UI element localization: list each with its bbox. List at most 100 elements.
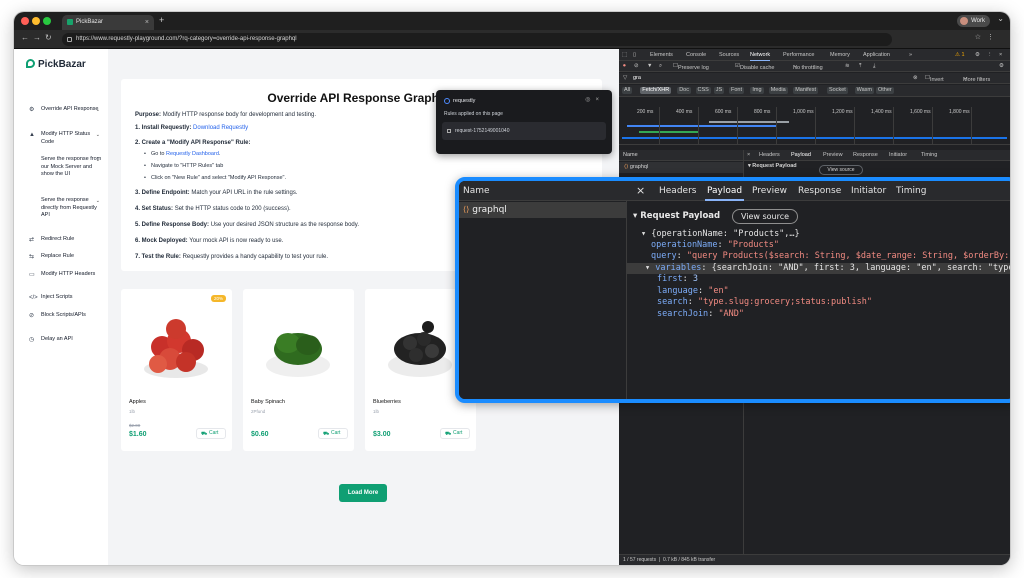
sidebar-item[interactable]: ⚙ Override API Response ⌄ <box>28 106 102 114</box>
filter-input[interactable]: gra <box>633 75 641 81</box>
network-settings-icon[interactable]: ⚙ <box>999 63 1004 69</box>
product-card-apples[interactable]: 20% Apples 1lb $2.00 $1.60 ⛟ Cart <box>121 289 232 451</box>
chevron-down-icon[interactable]: ⌄ <box>96 157 100 165</box>
more-filters-dropdown[interactable]: More filters ⌄ <box>963 75 990 83</box>
browser-tab[interactable]: PickBazar × <box>62 15 154 30</box>
download-requestly-link[interactable]: Download Requestly <box>193 125 248 131</box>
sidebar-item[interactable]: ▲ Modify HTTP Status Code ⌄ <box>28 131 102 146</box>
tab-application[interactable]: Application <box>863 52 890 58</box>
popup-actions[interactable]: ◎× <box>585 96 604 103</box>
payload-search-join[interactable]: searchJoin: "AND" <box>657 309 744 321</box>
filter-chip[interactable]: Manifest <box>793 87 818 94</box>
more-tabs-icon[interactable]: » <box>909 52 912 58</box>
product-card-spinach[interactable]: Baby Spinach 2Pfund $0.60 ⛟ Cart <box>243 289 354 451</box>
back-icon[interactable]: ← <box>21 33 29 42</box>
requestly-dashboard-link[interactable]: Requestly Dashboard <box>166 151 219 157</box>
filter-icon[interactable]: ▼ <box>647 63 652 69</box>
filter-chip[interactable]: Fetch/XHR <box>640 87 672 94</box>
payload-search[interactable]: search: "type.slug:grocery;status:publis… <box>657 297 872 309</box>
reload-icon[interactable]: ↻ <box>45 33 52 42</box>
tab-network[interactable]: Network <box>750 52 771 61</box>
throttling-select[interactable]: No throttling ⌄ <box>793 63 823 71</box>
sidebar-item[interactable]: ⇆ Replace Rule <box>28 253 102 261</box>
payload-variables[interactable]: ▾ variables: {searchJoin: "AND", first: … <box>645 263 1010 275</box>
payload-first[interactable]: first: 3 <box>657 274 698 286</box>
filter-chip[interactable]: JS <box>713 87 725 94</box>
sidebar-item[interactable]: </> Inject Scripts <box>28 294 102 302</box>
zoom-close-icon[interactable]: × <box>636 184 645 197</box>
payload-operation-name[interactable]: operationName: "Products" <box>651 240 779 252</box>
more-options-icon[interactable]: ⋮ <box>987 52 993 58</box>
device-toolbar-icon[interactable]: ▯ <box>633 52 636 58</box>
tab-preview[interactable]: Preview <box>823 152 843 158</box>
request-list-header[interactable]: Name <box>619 150 743 161</box>
zoom-request-graphql[interactable]: ⟨⟩ graphql <box>459 202 627 218</box>
tab-performance[interactable]: Performance <box>783 52 815 58</box>
toolbar-icons[interactable]: ☆⋮ <box>975 33 1000 41</box>
filter-chip[interactable]: All <box>622 87 633 94</box>
clear-icon[interactable]: ⊘ <box>634 63 639 69</box>
sidebar-item[interactable]: ⇄ Redirect Rule <box>28 236 102 244</box>
import-har-icon[interactable]: ⤒ <box>859 63 861 70</box>
payload-root[interactable]: ▾ {operationName: "Products",…} <box>641 229 800 241</box>
filter-chip[interactable]: Other <box>876 87 894 94</box>
tab-console[interactable]: Console <box>686 52 706 58</box>
chevron-down-icon[interactable]: ⌄ <box>96 198 100 206</box>
close-devtools-icon[interactable]: × <box>999 52 1002 58</box>
wifi-icon[interactable]: ≋ <box>845 63 850 69</box>
chevron-down-icon[interactable]: ⌄ <box>96 132 100 140</box>
filter-chip[interactable]: Wasm <box>854 87 874 94</box>
inspect-icon[interactable]: ⬚ <box>622 52 627 58</box>
clear-filter-icon[interactable]: ⊗ <box>913 75 918 81</box>
zoom-tab-response[interactable]: Response <box>798 186 841 196</box>
filter-chip[interactable]: Img <box>750 87 764 94</box>
chevron-down-icon[interactable]: ⌄ <box>96 107 100 115</box>
tab-payload[interactable]: Payload <box>791 152 811 158</box>
tab-timing[interactable]: Timing <box>921 152 937 158</box>
filter-chip[interactable]: Doc <box>677 87 691 94</box>
search-icon[interactable]: ⌕ <box>659 63 662 70</box>
close-tab-icon[interactable]: × <box>145 15 149 30</box>
forward-icon[interactable]: → <box>33 33 41 42</box>
tab-memory[interactable]: Memory <box>830 52 850 58</box>
zoom-name-header[interactable]: Name <box>459 181 627 201</box>
request-row-graphql[interactable]: ⟨⟩ graphql <box>619 162 743 173</box>
zoom-tab-preview[interactable]: Preview <box>752 186 787 196</box>
filter-chip[interactable]: Socket <box>827 87 848 94</box>
sidebar-item[interactable]: Serve the response from our Mock Server … <box>28 156 102 179</box>
load-more-button[interactable]: Load More <box>339 484 387 502</box>
applied-rule-item[interactable]: request-1752149001040 <box>442 122 606 140</box>
view-source-button[interactable]: View source <box>732 209 798 224</box>
filter-chip[interactable]: Media <box>768 87 788 94</box>
site-logo[interactable]: PickBazar <box>26 59 86 70</box>
export-har-icon[interactable]: ⤓ <box>873 63 875 70</box>
zoom-tab-initiator[interactable]: Initiator <box>851 186 886 196</box>
sidebar-item[interactable]: ◷ Delay an API <box>28 336 102 344</box>
request-payload-heading[interactable]: ▾ Request Payload <box>743 163 1010 174</box>
site-info-icon[interactable] <box>67 37 72 42</box>
payload-query[interactable]: query: "query Products($search: String, … <box>651 251 1010 263</box>
zoom-tab-payload[interactable]: Payload <box>704 186 745 201</box>
tab-elements[interactable]: Elements <box>650 52 673 58</box>
profile-button[interactable]: Work <box>957 15 990 27</box>
maximize-window-button[interactable] <box>43 17 51 25</box>
zoom-tab-headers[interactable]: Headers <box>659 186 696 196</box>
zoom-tab-timing[interactable]: Timing <box>896 186 926 196</box>
filter-chip[interactable]: Font <box>729 87 745 94</box>
add-to-cart-button[interactable]: ⛟ Cart <box>318 428 348 439</box>
sidebar-item[interactable]: ▭ Modify HTTP Headers <box>28 271 102 279</box>
close-detail-icon[interactable]: × <box>747 152 750 158</box>
warning-count[interactable]: ⚠ 1 <box>955 52 965 58</box>
add-to-cart-button[interactable]: ⛟ Cart <box>440 428 470 439</box>
tab-search-icon[interactable]: ⌄ <box>997 14 1004 23</box>
sidebar-item[interactable]: ⊘ Block Scripts/APIs <box>28 312 102 320</box>
sidebar-item[interactable]: Serve the response directly from Request… <box>28 197 102 220</box>
zoom-request-payload-heading[interactable]: ▾ Request Payload <box>633 211 720 223</box>
invert-checkbox[interactable]: ☐ Invert <box>925 75 944 83</box>
new-tab-button[interactable]: + <box>159 15 164 25</box>
add-to-cart-button[interactable]: ⛟ Cart <box>196 428 226 439</box>
preserve-log-checkbox[interactable]: ☐ Preserve log <box>673 63 709 71</box>
settings-icon[interactable]: ⚙ <box>975 52 980 58</box>
close-window-button[interactable] <box>21 17 29 25</box>
tab-response[interactable]: Response <box>853 152 878 158</box>
